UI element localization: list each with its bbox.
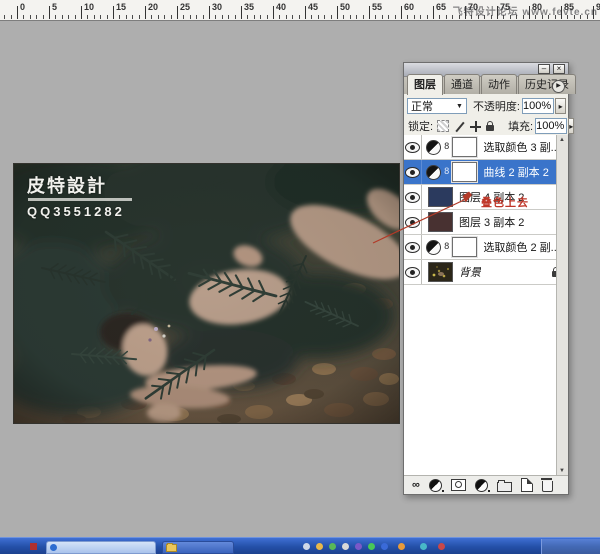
layer-mask-thumbnail[interactable] [452, 237, 477, 257]
opacity-input[interactable]: 100% [522, 98, 554, 114]
fill-label: 填充: [508, 118, 533, 134]
photo-watermark: 皮特設計 QQ3551282 [27, 177, 132, 219]
adjustment-layer-icon [426, 240, 441, 255]
add-layer-mask-icon[interactable] [451, 479, 466, 491]
layers-panel: – × 图层 通道 动作 历史记录 ▶ 正常 ▼ 不透明度: 100% ▸ 锁定… [403, 62, 569, 495]
tray-icon[interactable] [316, 543, 323, 550]
layer-name[interactable]: 曲线 2 副本 2 [483, 164, 548, 180]
eye-icon [405, 242, 420, 253]
fill-slider-icon[interactable]: ▸ [568, 118, 574, 134]
lock-position-icon[interactable] [470, 121, 481, 132]
tray-icon[interactable] [368, 543, 375, 550]
fill-input[interactable]: 100% [535, 118, 567, 134]
tab-layers[interactable]: 图层 [407, 74, 443, 95]
opacity-slider-icon[interactable]: ▸ [555, 98, 566, 114]
close-icon[interactable]: × [553, 64, 565, 74]
layer-mask-thumbnail[interactable] [452, 137, 477, 157]
visibility-toggle[interactable] [404, 185, 422, 209]
visibility-toggle[interactable] [404, 235, 422, 259]
panel-controls: 正常 ▼ 不透明度: 100% ▸ 锁定: 填充: 100% ▸ [404, 94, 568, 140]
layer-row-background[interactable]: 背景 [404, 260, 568, 285]
layer-thumbnail[interactable] [428, 262, 453, 282]
tray-icon[interactable] [438, 543, 445, 550]
watermark-qq: QQ3551282 [27, 204, 132, 219]
watermark-divider [28, 198, 132, 201]
tab-actions[interactable]: 动作 [481, 74, 517, 94]
mask-link-icon: 8 [444, 142, 449, 152]
horizontal-ruler[interactable]: 051015202530354045505560657075808590 飞特设… [0, 0, 600, 21]
document-canvas[interactable]: 皮特設計 QQ3551282 [13, 163, 400, 424]
new-layer-icon[interactable] [521, 478, 533, 492]
layer-name[interactable]: 背景 [459, 264, 481, 280]
tray-icon[interactable] [329, 543, 336, 550]
tray-icon[interactable] [398, 543, 405, 550]
forum-watermark-text: 飞特设计论坛 www.fevte.cn [453, 3, 598, 18]
eye-icon [405, 267, 420, 278]
adjustment-layer-icon [426, 165, 441, 180]
panel-tabs: 图层 通道 动作 历史记录 ▶ [404, 77, 568, 94]
photoshop-workspace: 051015202530354045505560657075808590 飞特设… [0, 0, 600, 554]
layer-list-scrollbar[interactable]: ▲ ▼ [556, 135, 568, 476]
layer-list: 8 选取颜色 3 副... 8 曲线 2 副本 2 图层 4 副本 2 图层 3… [404, 135, 568, 476]
tray-icon[interactable] [303, 543, 310, 550]
eye-icon [405, 192, 420, 203]
layer-row-layer-3-copy[interactable]: 图层 3 副本 2 [404, 210, 568, 235]
tray-icon[interactable] [355, 543, 362, 550]
layer-name[interactable]: 图层 4 副本 2 [459, 189, 524, 205]
taskbar-icon[interactable] [30, 543, 37, 550]
chevron-down-icon: ▼ [453, 103, 466, 110]
tray-icon[interactable] [381, 543, 388, 550]
lock-paint-icon[interactable] [454, 121, 465, 132]
folder-icon [166, 544, 177, 552]
eye-icon [405, 217, 420, 228]
taskbar-button-folder[interactable] [162, 541, 234, 554]
mask-link-icon: 8 [444, 167, 449, 177]
eye-icon [405, 167, 420, 178]
layer-row-curves-2-selected[interactable]: 8 曲线 2 副本 2 [404, 160, 568, 185]
app-icon [50, 544, 57, 551]
delete-layer-icon[interactable] [542, 481, 553, 492]
layer-name[interactable]: 选取颜色 2 副... [483, 239, 559, 255]
layer-style-icon[interactable] [429, 479, 442, 492]
tray-icon[interactable] [342, 543, 349, 550]
layer-thumbnail[interactable] [428, 212, 453, 232]
new-adjustment-layer-icon[interactable] [475, 479, 488, 492]
layer-thumbnail[interactable] [428, 187, 453, 207]
layer-mask-thumbnail[interactable] [452, 162, 477, 182]
taskbar-button-active[interactable] [46, 541, 156, 554]
taskbar-clock-area[interactable] [541, 539, 600, 554]
visibility-toggle[interactable] [404, 210, 422, 234]
tab-history[interactable]: 历史记录 [518, 74, 576, 94]
adjustment-layer-icon [426, 140, 441, 155]
minimize-icon[interactable]: – [538, 64, 550, 74]
visibility-toggle[interactable] [404, 160, 422, 184]
opacity-label: 不透明度: [473, 98, 520, 114]
layer-name[interactable]: 选取颜色 3 副... [483, 139, 559, 155]
visibility-toggle[interactable] [404, 260, 422, 284]
layer-row-selective-color-3[interactable]: 8 选取颜色 3 副... [404, 135, 568, 160]
lock-label: 锁定: [408, 118, 433, 134]
new-group-icon[interactable] [497, 482, 512, 492]
link-layers-icon[interactable]: ∞ [412, 480, 420, 490]
scroll-down-icon[interactable]: ▼ [557, 468, 567, 474]
blend-mode-value: 正常 [408, 98, 453, 114]
layer-row-layer-4-copy[interactable]: 图层 4 副本 2 [404, 185, 568, 210]
eye-icon [405, 142, 420, 153]
scroll-up-icon[interactable]: ▲ [557, 137, 567, 143]
panel-menu-icon[interactable]: ▶ [552, 80, 565, 93]
layer-name[interactable]: 图层 3 副本 2 [459, 214, 524, 230]
lock-transparency-icon[interactable] [437, 120, 449, 132]
layer-row-selective-color-2[interactable]: 8 选取颜色 2 副... [404, 235, 568, 260]
mask-link-icon: 8 [444, 242, 449, 252]
visibility-toggle[interactable] [404, 135, 422, 159]
tray-icon[interactable] [420, 543, 427, 550]
tab-channels[interactable]: 通道 [444, 74, 480, 94]
lock-buttons [437, 120, 494, 132]
panel-footer: ∞ [404, 475, 568, 494]
lock-all-icon[interactable] [486, 125, 494, 131]
blend-mode-select[interactable]: 正常 ▼ [407, 98, 467, 114]
watermark-title: 皮特設計 [27, 177, 132, 195]
taskbar [0, 537, 600, 554]
